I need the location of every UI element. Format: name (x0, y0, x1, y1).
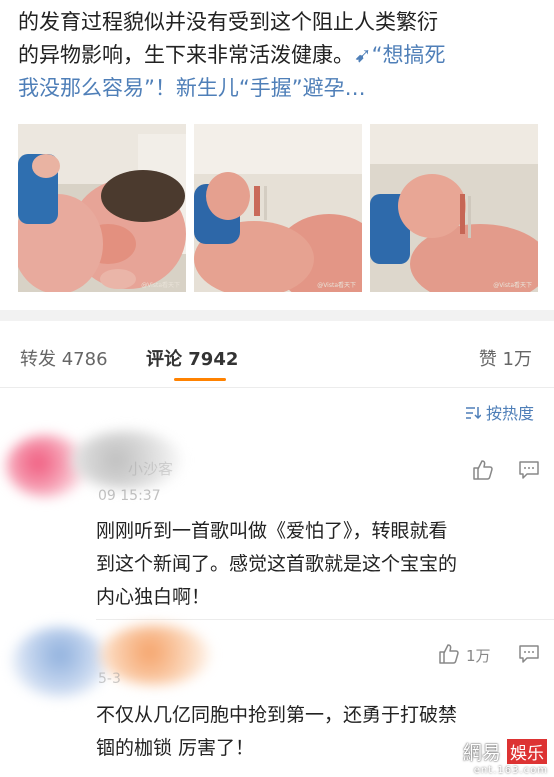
comment-username[interactable]: 小沙客 (128, 458, 173, 479)
active-tab-indicator (174, 378, 226, 381)
tab-comments-count: 7942 (188, 349, 239, 370)
netease-logo: 網易 娛乐 ent.163.com (463, 738, 548, 776)
comment-text-line: 刚刚听到一首歌叫做《爱怕了》，转眼就看 (96, 520, 448, 542)
sort-button[interactable]: 按热度 (465, 400, 534, 424)
tab-likes-label: 赞 (478, 349, 497, 370)
comment-text-line: 不仅从几亿同胞中抢到第一，还勇于打破禁 (96, 704, 458, 726)
thumbs-up-icon[interactable] (472, 459, 494, 481)
logo-section: 娛乐 (506, 738, 548, 765)
comment-icon[interactable] (518, 460, 540, 480)
logo-brand: 網易 (462, 742, 501, 764)
section-gap (0, 310, 554, 321)
post-line-2: 的异物影响，生下来非常活泼健康。➹“想搞死 (18, 39, 548, 72)
post-text: 的发育过程貌似并没有受到这个阻止人类繁衍 的异物影响，生下来非常活泼健康。➹“想… (18, 6, 548, 105)
photo-2[interactable]: @Vista看天下 (194, 124, 362, 292)
tab-repost[interactable]: 转发 4786 (20, 345, 108, 371)
tab-likes-count: 1万 (502, 349, 532, 370)
post-line-1: 的发育过程貌似并没有受到这个阻止人类繁衍 (18, 10, 438, 34)
tab-bar: 转发 4786 评论 7942 赞 1万 (0, 321, 554, 388)
comment-icon[interactable] (518, 644, 540, 664)
comment-text-line: 到这个新闻了。感觉这首歌就是这个宝宝的 (96, 553, 458, 575)
comment-text: 刚刚听到一首歌叫做《爱怕了》，转眼就看 到这个新闻了。感觉这首歌就是这个宝宝的 … (96, 515, 536, 614)
like-count: 1万 (466, 647, 491, 665)
comment-time: 5-3 (98, 671, 121, 687)
photo-watermark: @Vista看天下 (141, 282, 180, 289)
sort-icon (465, 407, 482, 420)
post-link[interactable]: 我没那么容易”！新生儿“手握”避孕… (18, 72, 548, 105)
photo-1[interactable]: @Vista看天下 (18, 124, 186, 292)
photo-watermark: @Vista看天下 (493, 282, 532, 289)
logo-url: ent.163.com (473, 765, 548, 776)
tab-comments-label: 评论 (146, 349, 182, 370)
photo-grid: @Vista看天下 @Vista看天下 @Vista看天下 (18, 124, 538, 292)
comment-text-line: 内心独白啊！ (96, 586, 211, 608)
photo-3[interactable]: @Vista看天下 (370, 124, 538, 292)
thumbs-up-icon[interactable] (438, 643, 460, 665)
tab-comments[interactable]: 评论 7942 (146, 345, 238, 371)
post-link-start[interactable]: ➹“想搞死 (354, 43, 445, 67)
tab-repost-label: 转发 (20, 349, 56, 370)
comment-divider (96, 619, 554, 620)
sort-label: 按热度 (485, 404, 534, 423)
comment-time: 09 15:37 (98, 488, 161, 504)
tab-likes[interactable]: 赞 1万 (479, 345, 532, 371)
tab-repost-count: 4786 (61, 349, 108, 370)
photo-watermark: @Vista看天下 (317, 282, 356, 289)
post-line-2-text: 的异物影响，生下来非常活泼健康。 (18, 43, 354, 67)
avatar[interactable] (12, 627, 108, 697)
